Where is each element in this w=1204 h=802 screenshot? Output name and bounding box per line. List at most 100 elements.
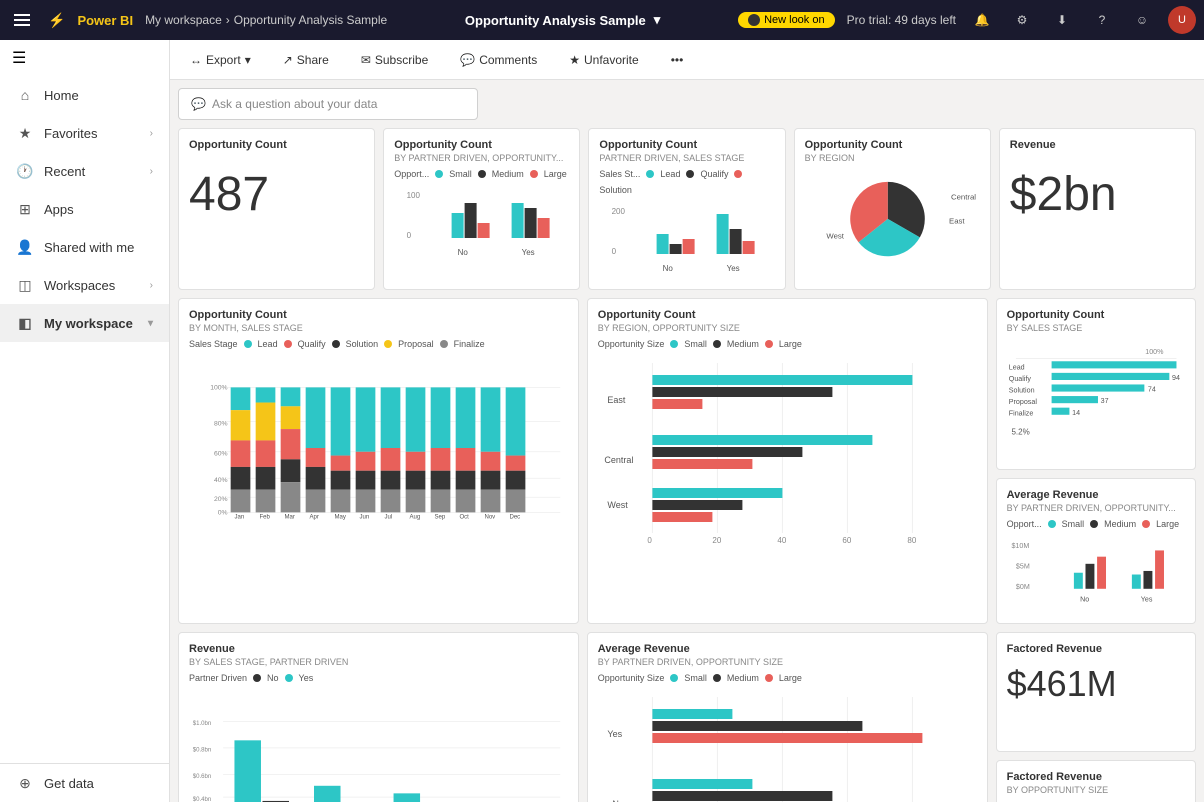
chevron-right-icon: › [150, 166, 153, 177]
chevron-down-icon: ▾ [148, 318, 153, 329]
avg-rev-partner-legend: Opportunity Size Small Medium Large [598, 673, 977, 683]
solution-dot [734, 170, 742, 178]
sidebar-item-favorites[interactable]: ★ Favorites › [0, 114, 169, 152]
opp-region-size-title: Opportunity Count [598, 309, 977, 321]
medium-dot [713, 674, 721, 682]
svg-text:200: 200 [612, 207, 626, 216]
avg-rev-legend: Opport... Small Medium Large [1007, 519, 1185, 529]
share-button[interactable]: ↗ Share [275, 49, 337, 71]
clock-icon: 🕐 [16, 162, 34, 180]
emoji-icon[interactable]: ☺ [1128, 6, 1156, 34]
svg-text:Jun: Jun [359, 514, 369, 520]
card-avg-rev-partner: Average Revenue BY PARTNER DRIVEN, OPPOR… [587, 632, 988, 802]
unfavorite-button[interactable]: ★ Unfavorite [561, 49, 646, 71]
subscribe-button[interactable]: ✉ Subscribe [353, 49, 436, 71]
svg-text:Yes: Yes [1140, 595, 1152, 603]
comment-icon: 💬 [460, 53, 475, 67]
share-icon: 👤 [16, 238, 34, 256]
svg-text:Central: Central [951, 192, 976, 201]
yes-dot [285, 674, 293, 682]
settings-icon[interactable]: ⚙ [1008, 6, 1036, 34]
plus-icon: ⊕ [16, 774, 34, 792]
opp-count-title: Opportunity Count [189, 139, 364, 151]
card-factored-by-size: Factored Revenue BY OPPORTUNITY SIZE $0.… [996, 760, 1196, 802]
qualify-dot [686, 170, 694, 178]
factored-rev-value: $461M [1007, 663, 1185, 705]
sidebar-item-apps[interactable]: ⊞ Apps [0, 190, 169, 228]
dropdown-icon[interactable]: ▾ [654, 12, 661, 28]
avg-rev-subtitle: BY PARTNER DRIVEN, OPPORTUNITY... [1007, 503, 1185, 513]
partner-chart: 100 0 No Yes [394, 183, 569, 258]
toggle-label: New look on [764, 14, 825, 26]
svg-text:0%: 0% [218, 510, 228, 517]
envelope-icon: ✉ [361, 53, 371, 67]
svg-text:Central: Central [604, 455, 633, 465]
svg-text:Finalize: Finalize [1008, 410, 1033, 418]
revenue-title: Revenue [1010, 139, 1185, 151]
card-opp-by-stage: Opportunity Count PARTNER DRIVEN, SALES … [588, 128, 785, 290]
export-button[interactable]: ↔ Export ▾ [182, 49, 259, 71]
help-icon[interactable]: ? [1088, 6, 1116, 34]
new-look-toggle[interactable]: New look on [738, 12, 835, 28]
svg-text:100%: 100% [210, 385, 227, 392]
svg-text:Solution: Solution [1008, 386, 1034, 394]
card-opp-by-region: Opportunity Count BY REGION Central East… [794, 128, 991, 290]
ellipsis-icon: ••• [671, 53, 684, 67]
action-bar: ↔ Export ▾ ↗ Share ✉ Subscribe 💬 Comment… [170, 40, 1204, 80]
subscribe-label: Subscribe [375, 53, 428, 67]
opp-partner-legend: Opport... Small Medium Large [394, 169, 569, 179]
svg-text:0: 0 [407, 231, 412, 240]
svg-text:100%: 100% [1145, 348, 1164, 356]
svg-text:Dec: Dec [509, 514, 520, 520]
sidebar-item-home[interactable]: ⌂ Home [0, 76, 169, 114]
more-button[interactable]: ••• [663, 49, 692, 71]
avg-rev-partner-chart: $0M $2M $4M $6M $8M $10M Yes No [598, 687, 977, 802]
sidebar-label-recent: Recent [44, 164, 85, 179]
app-name: Power BI [77, 13, 133, 28]
card-opp-region-size: Opportunity Count BY REGION, OPPORTUNITY… [587, 298, 988, 624]
svg-text:94: 94 [1172, 374, 1180, 382]
svg-text:14: 14 [1072, 409, 1080, 417]
svg-text:5.2%: 5.2% [1011, 427, 1029, 436]
svg-text:$10M: $10M [1011, 542, 1029, 550]
download-icon[interactable]: ⬇ [1048, 6, 1076, 34]
svg-text:No: No [458, 248, 469, 257]
sidebar-item-myworkspace[interactable]: ◧ My workspace ▾ [0, 304, 169, 342]
svg-text:80: 80 [907, 536, 916, 545]
lead-dot [646, 170, 654, 178]
card-factored-revenue: Factored Revenue $461M [996, 632, 1196, 752]
workspace-icon: ◧ [16, 314, 34, 332]
sidebar-item-shared[interactable]: 👤 Shared with me [0, 228, 169, 266]
hamburger-menu[interactable] [8, 6, 36, 34]
comments-label: Comments [479, 53, 537, 67]
opp-region-size-legend: Opportunity Size Small Medium Large [598, 339, 977, 349]
opp-stage-legend: Sales St... Lead Qualify Solution [599, 169, 774, 195]
svg-text:West: West [607, 500, 628, 510]
user-avatar[interactable]: U [1168, 6, 1196, 34]
svg-text:Proposal: Proposal [1008, 398, 1037, 406]
sidebar-item-workspaces[interactable]: ◫ Workspaces › [0, 266, 169, 304]
svg-text:37: 37 [1100, 397, 1108, 405]
notifications-icon[interactable]: 🔔 [968, 6, 996, 34]
get-data-button[interactable]: ⊕ Get data [0, 764, 169, 802]
svg-text:20%: 20% [214, 496, 228, 503]
large-dot [1142, 520, 1150, 528]
svg-text:Yes: Yes [607, 729, 622, 739]
sidebar-toggle[interactable]: ☰ [0, 40, 169, 76]
opp-ss-subtitle: BY SALES STAGE [1007, 323, 1185, 333]
comments-button[interactable]: 💬 Comments [452, 49, 545, 71]
sidebar-label-home: Home [44, 88, 79, 103]
small-dot [670, 340, 678, 348]
powerbi-logo: ⚡ [48, 12, 65, 29]
sales-stage-chart: 100% Lead Qualify 94 Solution 74 Proposa… [1007, 339, 1185, 454]
qa-bar[interactable]: 💬 Ask a question about your data [178, 88, 478, 120]
share-label: Share [297, 53, 329, 67]
svg-text:Aug: Aug [409, 514, 420, 520]
avg-rev-partner-subtitle: BY PARTNER DRIVEN, OPPORTUNITY SIZE [598, 657, 977, 667]
sidebar-item-recent[interactable]: 🕐 Recent › [0, 152, 169, 190]
svg-text:100: 100 [407, 191, 421, 200]
svg-text:$5M: $5M [1016, 562, 1030, 570]
svg-text:60%: 60% [214, 451, 228, 458]
large-dot [765, 674, 773, 682]
workspace-breadcrumb[interactable]: My workspace [145, 13, 222, 27]
